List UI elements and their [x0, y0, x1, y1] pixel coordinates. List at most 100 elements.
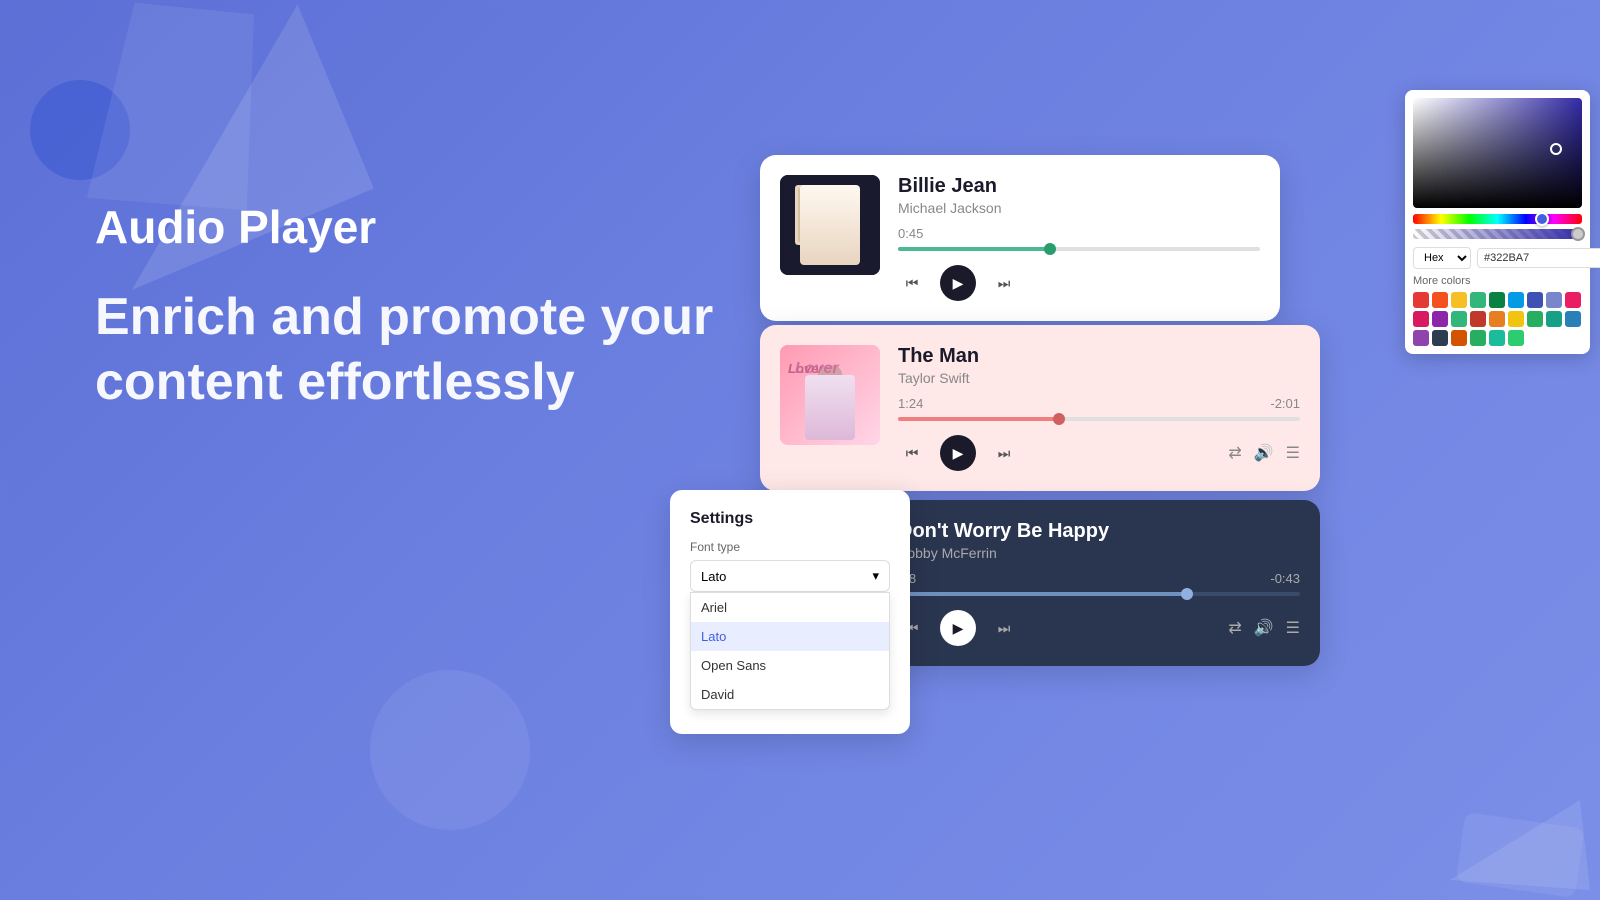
font-type-label: Font type: [690, 540, 890, 554]
swatch-yellow[interactable]: [1451, 292, 1467, 308]
track-title-taylor: The Man: [898, 345, 1300, 368]
prev-button-taylor[interactable]: ⏮: [898, 439, 926, 467]
time-row-billie: 0:45: [898, 226, 1260, 241]
hex-value-input[interactable]: [1477, 248, 1600, 268]
swatch-sea[interactable]: [1546, 311, 1562, 327]
color-gradient-canvas[interactable]: [1413, 98, 1582, 208]
swatch-dark[interactable]: [1432, 330, 1448, 346]
progress-bar-billie[interactable]: [898, 247, 1260, 251]
volume-icon-bobby[interactable]: 🔊: [1254, 618, 1274, 638]
swatch-emerald[interactable]: [1527, 311, 1543, 327]
right-controls-taylor: ⇄ 🔊 ☰: [1228, 443, 1300, 463]
swatch-violet[interactable]: [1413, 330, 1429, 346]
alpha-overlay: [1413, 229, 1582, 239]
progress-bar-bobby[interactable]: [898, 592, 1300, 596]
alpha-bar[interactable]: [1413, 229, 1582, 239]
next-button-billie[interactable]: ⏭: [990, 269, 1018, 297]
swatch-red[interactable]: [1413, 292, 1429, 308]
rainbow-bar[interactable]: [1413, 214, 1582, 224]
time-total-bobby: -0:43: [1270, 571, 1300, 586]
time-row-taylor: 1:24 -2:01: [898, 396, 1300, 411]
app-subtitle: Enrich and promote your content effortle…: [95, 285, 715, 415]
hex-select[interactable]: Hex RGB HSL: [1413, 247, 1471, 269]
right-panels: Billie Jean Michael Jackson 0:45 ⏮ ▶ ⏭: [700, 0, 1600, 900]
swatch-green1[interactable]: [1470, 292, 1486, 308]
app-title: Audio Player: [95, 200, 715, 255]
swatch-gold[interactable]: [1508, 311, 1524, 327]
progress-knob-bobby[interactable]: [1181, 588, 1193, 600]
swatch-darkred[interactable]: [1470, 311, 1486, 327]
swatch-darkorange[interactable]: [1489, 311, 1505, 327]
track-artist-billie: Michael Jackson: [898, 200, 1260, 216]
swatch-darkpink[interactable]: [1413, 311, 1429, 327]
settings-title: Settings: [690, 510, 890, 528]
color-cursor[interactable]: [1550, 143, 1562, 155]
swatch-mint[interactable]: [1489, 330, 1505, 346]
chevron-down-icon: ▾: [872, 568, 879, 584]
album-art-billie: [780, 175, 880, 275]
shuffle-icon-bobby[interactable]: ⇄: [1228, 618, 1241, 638]
font-dropdown: Ariel Lato Open Sans David: [690, 592, 890, 710]
time-total-taylor: -2:01: [1270, 396, 1300, 411]
left-content-section: Audio Player Enrich and promote your con…: [95, 200, 715, 415]
font-select-display[interactable]: Lato ▾: [690, 560, 890, 592]
shuffle-icon-taylor[interactable]: ⇄: [1228, 443, 1241, 463]
swatch-lightblue[interactable]: [1508, 292, 1524, 308]
track-title-billie: Billie Jean: [898, 175, 1260, 198]
progress-fill-taylor: [898, 417, 1059, 421]
prev-button-billie[interactable]: ⏮: [898, 269, 926, 297]
swatch-orange[interactable]: [1432, 292, 1448, 308]
font-selected-value: Lato: [701, 569, 726, 584]
swatch-purple[interactable]: [1432, 311, 1448, 327]
color-picker: Hex RGB HSL More colors: [1405, 90, 1590, 354]
progress-fill-bobby: [898, 592, 1187, 596]
next-button-taylor[interactable]: ⏭: [990, 439, 1018, 467]
time-current-taylor: 1:24: [898, 396, 923, 411]
swatch-blue[interactable]: [1527, 292, 1543, 308]
player-info-bobby: Don't Worry Be Happy Bobby McFerrin 1:8 …: [898, 520, 1300, 646]
right-controls-bobby: ⇄ 🔊 ☰: [1228, 618, 1300, 638]
font-option-opensans[interactable]: Open Sans: [691, 651, 889, 680]
next-button-bobby[interactable]: ⏭: [990, 614, 1018, 642]
swatch-green2[interactable]: [1489, 292, 1505, 308]
track-title-bobby: Don't Worry Be Happy: [898, 520, 1300, 543]
track-artist-bobby: Bobby McFerrin: [898, 545, 1300, 561]
swatch-rust[interactable]: [1451, 330, 1467, 346]
progress-knob-taylor[interactable]: [1053, 413, 1065, 425]
time-row-bobby: 1:8 -0:43: [898, 571, 1300, 586]
play-button-taylor[interactable]: ▶: [940, 435, 976, 471]
menu-icon-taylor[interactable]: ☰: [1286, 443, 1300, 463]
font-option-david[interactable]: David: [691, 680, 889, 709]
controls-billie: ⏮ ▶ ⏭: [898, 265, 1260, 301]
more-colors-label: More colors: [1413, 275, 1582, 287]
controls-taylor: ⏮ ▶ ⏭ ⇄ 🔊 ☰: [898, 435, 1300, 471]
menu-icon-bobby[interactable]: ☰: [1286, 618, 1300, 638]
swatch-pink[interactable]: [1565, 292, 1581, 308]
player-card-taylor: Lover The Man Taylor Swift 1:24 -2:01: [760, 325, 1320, 491]
progress-knob-billie[interactable]: [1044, 243, 1056, 255]
play-button-billie[interactable]: ▶: [940, 265, 976, 301]
player-info-billie: Billie Jean Michael Jackson 0:45 ⏮ ▶ ⏭: [898, 175, 1260, 301]
swatch-forest[interactable]: [1470, 330, 1486, 346]
svg-text:Lover: Lover: [788, 361, 824, 376]
controls-bobby: ⏮ ▶ ⏭ ⇄ 🔊 ☰: [898, 610, 1300, 646]
font-option-lato[interactable]: Lato: [691, 622, 889, 651]
time-current-billie: 0:45: [898, 226, 923, 241]
swatch-indigo[interactable]: [1546, 292, 1562, 308]
player-card-billie-jean: Billie Jean Michael Jackson 0:45 ⏮ ▶ ⏭: [760, 155, 1280, 321]
rainbow-cursor[interactable]: [1535, 212, 1549, 226]
track-artist-taylor: Taylor Swift: [898, 370, 1300, 386]
font-option-ariel[interactable]: Ariel: [691, 593, 889, 622]
alpha-cursor[interactable]: [1571, 227, 1585, 241]
hex-row: Hex RGB HSL: [1413, 247, 1582, 269]
progress-bar-taylor[interactable]: [898, 417, 1300, 421]
font-select-container: Lato ▾ Ariel Lato Open Sans David: [690, 560, 890, 592]
volume-icon-taylor[interactable]: 🔊: [1254, 443, 1274, 463]
color-swatches: [1413, 292, 1582, 346]
player-info-taylor: The Man Taylor Swift 1:24 -2:01 ⏮ ▶ ⏭ ⇄: [898, 345, 1300, 471]
swatch-teal[interactable]: [1451, 311, 1467, 327]
progress-fill-billie: [898, 247, 1050, 251]
play-button-bobby[interactable]: ▶: [940, 610, 976, 646]
swatch-ocean[interactable]: [1565, 311, 1581, 327]
swatch-lime[interactable]: [1508, 330, 1524, 346]
